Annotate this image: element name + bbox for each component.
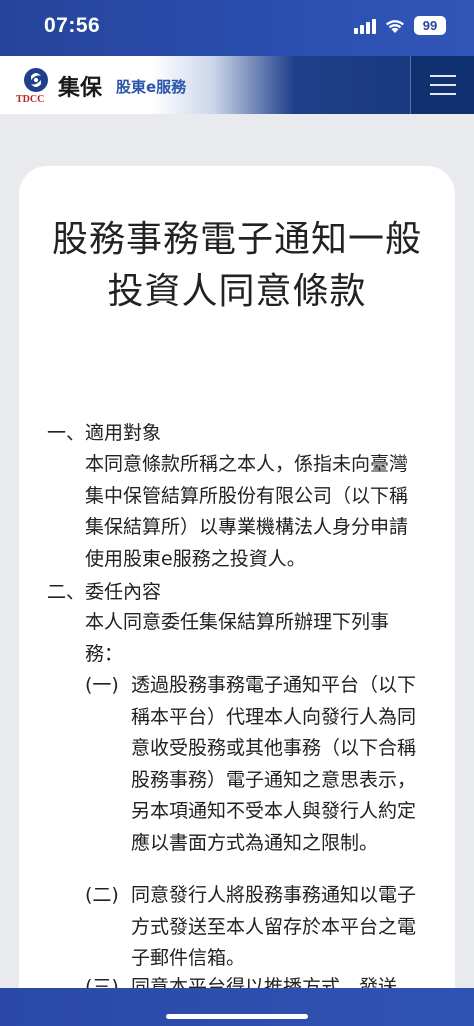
logo-chinese-text: 集保 [58,75,103,101]
bottom-bar [0,988,474,1026]
status-bar: 07:56 99 [0,0,474,56]
list-item-text: 同意發行人將股務事務通知以電子方式發送至本人留存於本平台之電子郵件信箱。 [131,884,417,969]
terms-card: 股務事務電子通知一般投資人同意條款 一、適用對象 本同意條款所稱之本人，係指未向… [19,166,455,1026]
tdcc-emblem-icon [24,68,48,92]
logo-tdcc-text: TDCC [16,94,45,105]
battery-icon: 99 [414,16,446,35]
section-heading: 二、委任內容 [47,581,162,603]
hamburger-menu-icon[interactable] [410,56,474,114]
signal-icon [354,18,376,34]
tdcc-logo[interactable]: TDCC 集保 [14,64,106,108]
home-indicator[interactable] [166,1014,308,1019]
app-header: TDCC 集保 股東e服務 [0,56,474,114]
service-name: 股東e服務 [116,78,187,96]
list-item-text: 透過股務事務電子通知平台（以下稱本平台）代理本人向發行人為同意收受股務或其他事務… [131,674,417,854]
status-time: 07:56 [44,14,101,37]
section-paragraph: 本人同意委任集保結算所辦理下列事務： [85,611,390,665]
section-heading: 一、適用對象 [47,422,162,444]
page-title: 股務事務電子通知一般投資人同意條款 [51,219,422,312]
wifi-icon [384,18,406,34]
list-item-marker: (二) [85,884,119,906]
list-item-marker: (一) [85,674,119,696]
section-paragraph: 本同意條款所稱之本人，係指未向臺灣集中保管結算所股份有限公司（以下稱集保結算所）… [85,453,409,570]
status-icons: 99 [354,16,446,35]
